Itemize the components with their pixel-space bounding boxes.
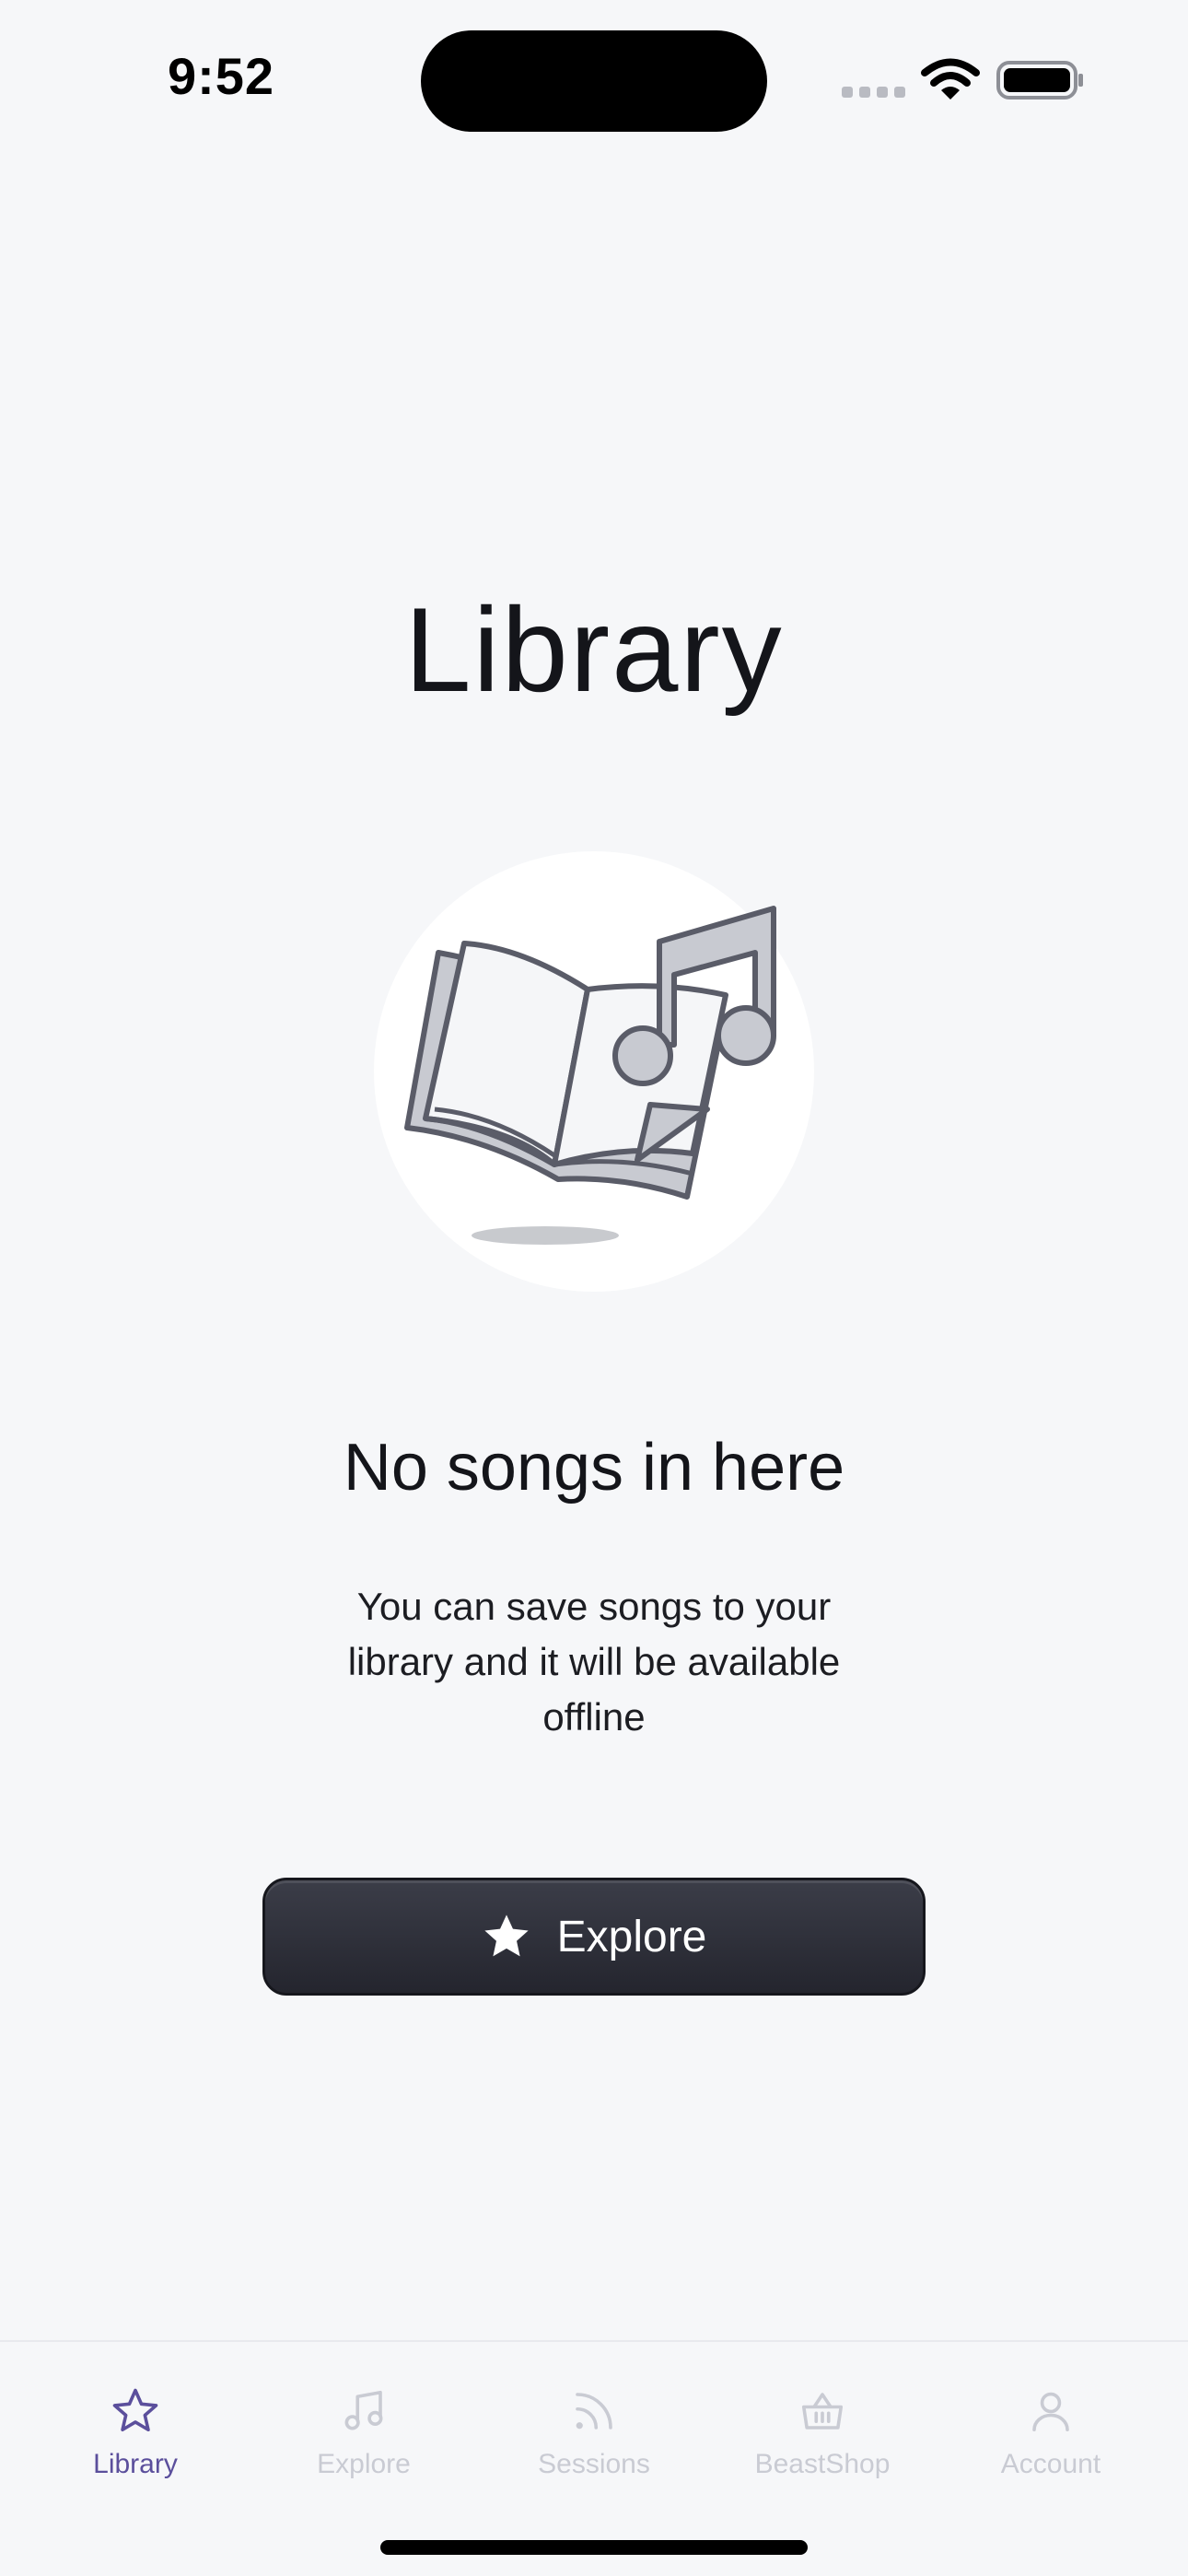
explore-button-label: Explore (556, 1912, 707, 1961)
empty-state-heading: No songs in here (343, 1431, 845, 1505)
tab-label: Explore (317, 2449, 411, 2479)
tab-sessions[interactable]: Sessions (493, 2386, 695, 2497)
dynamic-island (421, 30, 767, 132)
status-time: 9:52 (167, 47, 275, 105)
user-icon (1032, 2392, 1069, 2432)
basket-icon (801, 2393, 844, 2430)
wifi-icon (921, 58, 980, 100)
library-screen: 9:52 Library No songs in here You can sa… (0, 0, 1188, 2576)
status-bar: 9:52 (0, 0, 1188, 166)
cellular-signal-icon (842, 87, 905, 98)
battery-icon (996, 61, 1083, 100)
tab-label: Account (1000, 2449, 1101, 2479)
home-indicator (380, 2540, 808, 2555)
tab-label: BeastShop (754, 2449, 891, 2479)
tab-explore[interactable]: Explore (262, 2386, 465, 2497)
star-icon (484, 1914, 529, 1957)
songbook-illustration (374, 851, 814, 1292)
empty-state-description: You can save songs to your library and i… (347, 1585, 841, 1739)
star-icon (112, 2388, 158, 2432)
explore-button[interactable]: Explore (262, 1878, 926, 1996)
rss-icon (576, 2393, 612, 2430)
page-title: Library (404, 582, 784, 717)
tab-label: Sessions (538, 2449, 650, 2479)
tab-library[interactable]: Library (34, 2386, 237, 2497)
tab-beastshop[interactable]: BeastShop (721, 2386, 924, 2497)
music-note-icon (344, 2390, 383, 2430)
tab-label: Library (93, 2449, 178, 2479)
tab-account[interactable]: Account (949, 2386, 1152, 2497)
